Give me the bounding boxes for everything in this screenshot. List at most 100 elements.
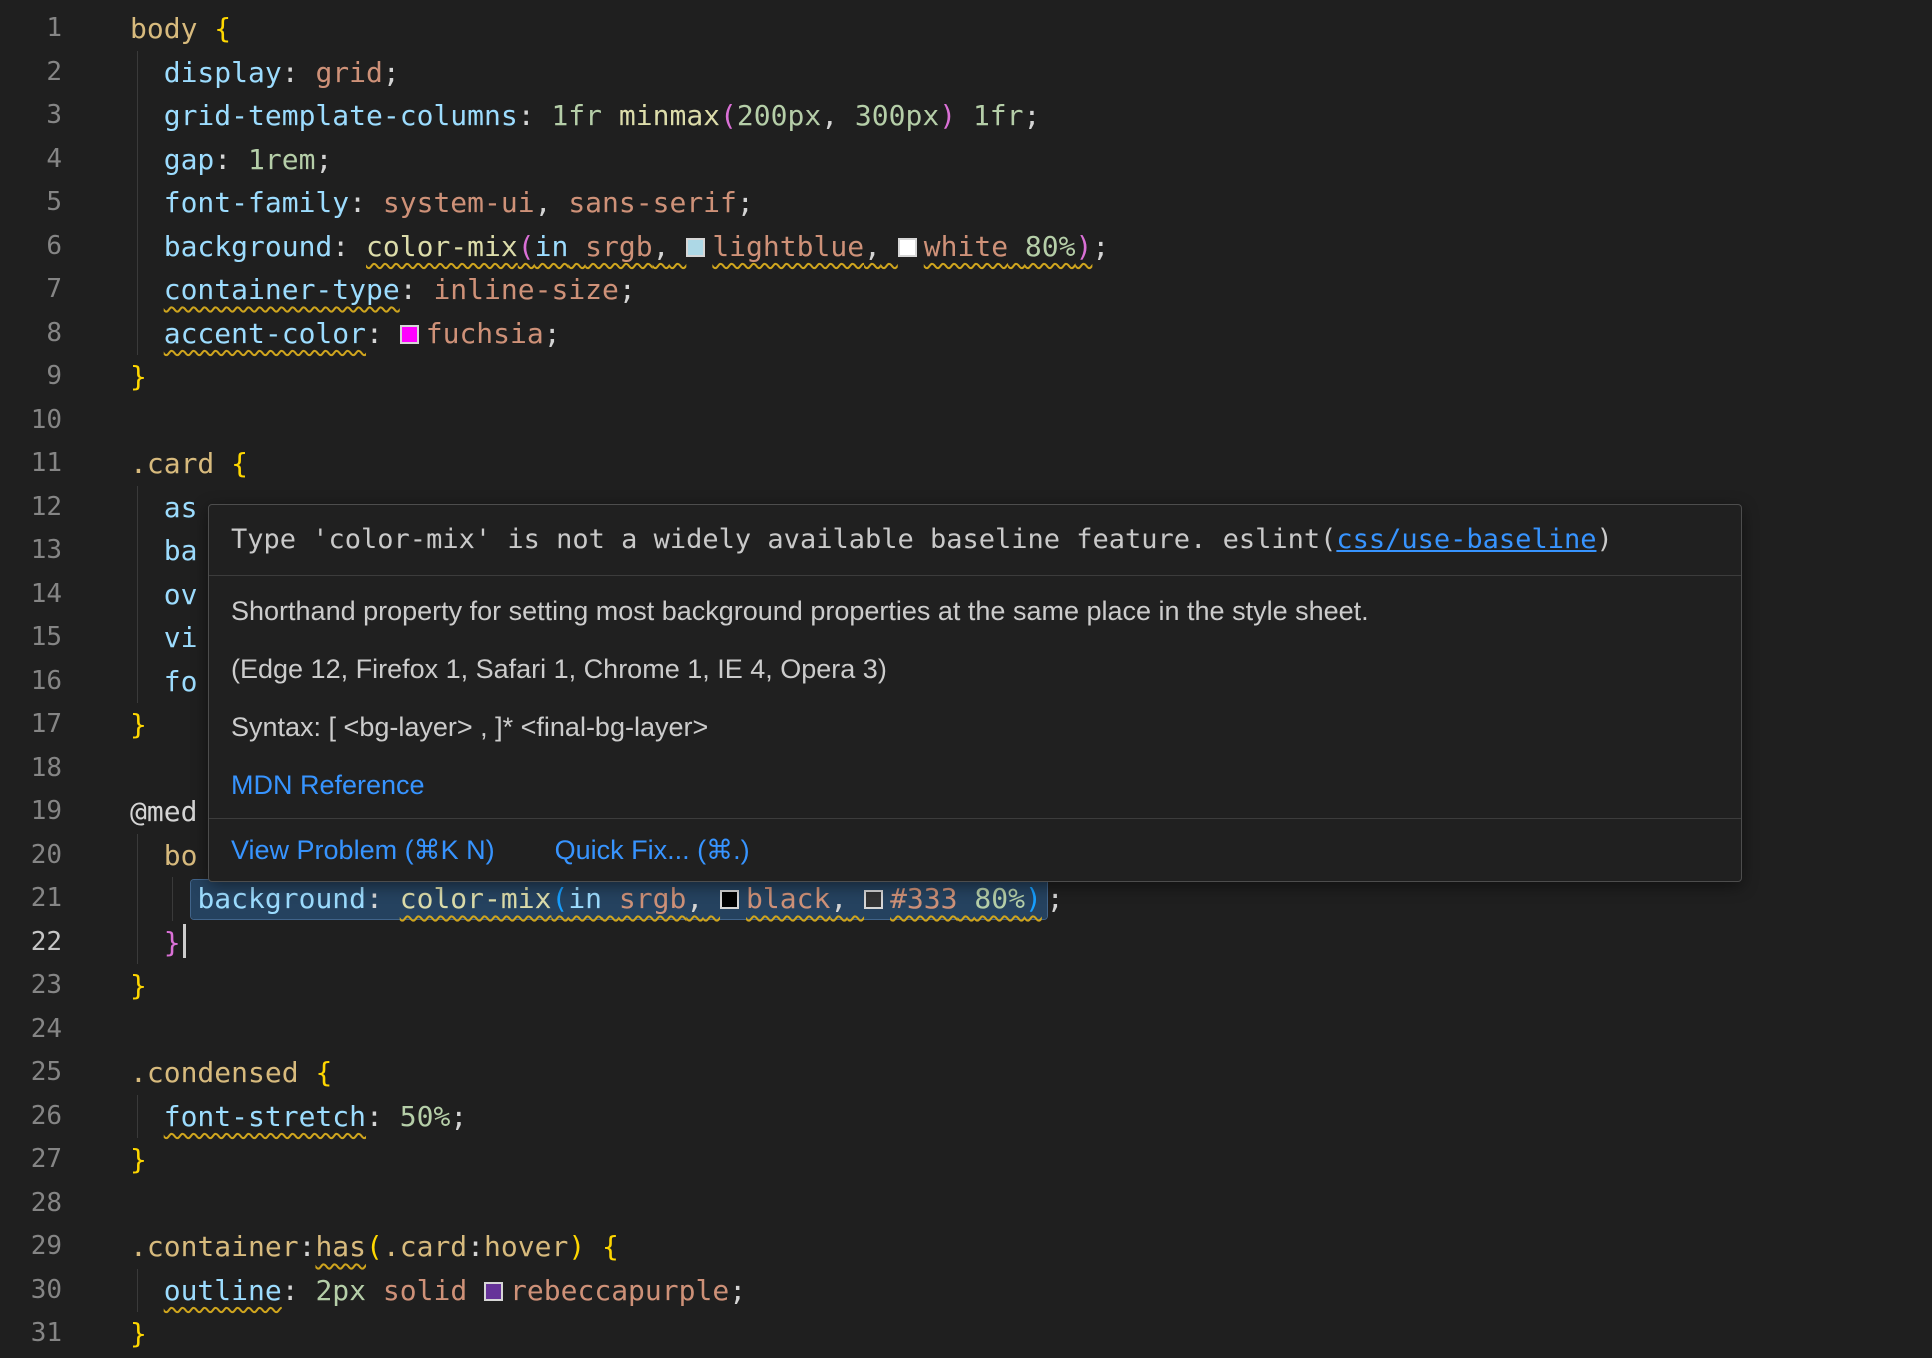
token: : <box>214 143 231 176</box>
line-number: 18 <box>0 747 62 791</box>
code-line[interactable]: 8 accent-color: fuchsia; <box>0 312 1932 356</box>
token <box>130 230 164 263</box>
token <box>383 1100 400 1133</box>
color-swatch[interactable] <box>686 238 705 257</box>
line-number: 4 <box>0 138 62 182</box>
code-line[interactable]: 30 outline: 2px solid rebeccapurple; <box>0 1269 1932 1313</box>
code-line[interactable]: 6 background: color-mix(in srgb, lightbl… <box>0 225 1932 269</box>
color-swatch[interactable] <box>720 890 739 909</box>
token <box>366 1274 383 1307</box>
token <box>130 273 164 306</box>
token: in <box>535 230 569 263</box>
line-number: 26 <box>0 1095 62 1139</box>
token: fo <box>164 665 198 698</box>
code-text: } <box>130 964 1932 1008</box>
code-text: outline: 2px solid rebeccapurple; <box>130 1269 1932 1313</box>
token: grid-template-columns <box>164 99 518 132</box>
warning-squiggle: white <box>924 230 1008 263</box>
color-swatch[interactable] <box>400 325 419 344</box>
code-line[interactable]: 9} <box>0 355 1932 399</box>
line-number: 31 <box>0 1312 62 1356</box>
indent-guide <box>137 834 138 878</box>
token: ; <box>619 273 636 306</box>
warning-squiggle <box>898 230 924 263</box>
code-line[interactable]: 4 gap: 1rem; <box>0 138 1932 182</box>
syntax-line: Syntax: [ <bg-layer> , ]* <final-bg-laye… <box>231 710 1719 744</box>
token: srgb <box>619 882 686 915</box>
code-line[interactable]: 3 grid-template-columns: 1fr minmax(200p… <box>0 94 1932 138</box>
color-swatch[interactable] <box>898 238 917 257</box>
color-swatch[interactable] <box>864 890 883 909</box>
token <box>669 230 686 263</box>
diagnostic-suffix: ) <box>1596 524 1612 555</box>
code-line[interactable]: 22 } <box>0 921 1932 965</box>
code-line[interactable]: 2 display: grid; <box>0 51 1932 95</box>
indent-guide <box>137 660 138 704</box>
warning-squiggle <box>669 230 686 263</box>
code-line[interactable]: 25.condensed { <box>0 1051 1932 1095</box>
token: sans-serif <box>568 186 737 219</box>
token: as <box>164 491 198 524</box>
hover-actions: View Problem (⌘K N) Quick Fix... (⌘.) <box>209 818 1741 881</box>
code-line[interactable]: 7 container-type: inline-size; <box>0 268 1932 312</box>
token: ) <box>568 1230 585 1263</box>
token <box>130 578 164 611</box>
code-line[interactable]: 28 <box>0 1182 1932 1226</box>
warning-squiggle: has <box>315 1230 366 1263</box>
token: } <box>130 969 147 1002</box>
line-number: 9 <box>0 355 62 399</box>
token <box>535 99 552 132</box>
view-problem-button[interactable]: View Problem (⌘K N) <box>231 833 495 867</box>
token: { <box>231 447 248 480</box>
token: body <box>130 12 197 45</box>
code-line[interactable]: 21 background: color-mix(in srgb, black,… <box>0 877 1932 921</box>
token: ; <box>383 56 400 89</box>
code-line[interactable]: 29.container:has(.card:hover) { <box>0 1225 1932 1269</box>
quick-fix-button[interactable]: Quick Fix... (⌘.) <box>555 833 750 867</box>
code-line[interactable]: 23} <box>0 964 1932 1008</box>
token: in <box>568 882 602 915</box>
token: ; <box>1024 99 1041 132</box>
token <box>383 317 400 350</box>
indent-guide <box>137 877 138 921</box>
warning-squiggle <box>1008 230 1025 263</box>
token: : <box>332 230 349 263</box>
line-number: 22 <box>0 921 62 965</box>
code-line[interactable]: 10 <box>0 399 1932 443</box>
eslint-rule-link[interactable]: css/use-baseline <box>1336 524 1596 555</box>
code-line[interactable]: 11.card { <box>0 442 1932 486</box>
token <box>956 99 973 132</box>
token <box>417 273 434 306</box>
indent-guide <box>137 51 138 95</box>
token: : <box>467 1230 484 1263</box>
code-text: body { <box>130 7 1932 51</box>
code-text: } <box>130 1138 1932 1182</box>
token: .condensed <box>130 1056 299 1089</box>
token <box>130 926 164 959</box>
indent-guide <box>172 877 173 921</box>
line-number: 25 <box>0 1051 62 1095</box>
token: : <box>282 1274 299 1307</box>
mdn-reference-link[interactable]: MDN Reference <box>231 768 1719 802</box>
code-line[interactable]: 1body { <box>0 7 1932 51</box>
token: solid <box>383 1274 467 1307</box>
color-swatch[interactable] <box>484 1282 503 1301</box>
token: , <box>535 186 552 219</box>
token: black <box>746 882 830 915</box>
code-line[interactable]: 31} <box>0 1312 1932 1356</box>
token <box>602 882 619 915</box>
token: ov <box>164 578 198 611</box>
token: , <box>653 230 670 263</box>
code-line[interactable]: 24 <box>0 1008 1932 1052</box>
token: : <box>400 273 417 306</box>
token <box>214 447 231 480</box>
code-line[interactable]: 26 font-stretch: 50%; <box>0 1095 1932 1139</box>
token: } <box>130 1143 147 1176</box>
code-line[interactable]: 27} <box>0 1138 1932 1182</box>
token: fuchsia <box>426 317 544 350</box>
warning-squiggle: , <box>653 230 670 263</box>
line-number: 16 <box>0 660 62 704</box>
warning-squiggle <box>881 230 898 263</box>
code-line[interactable]: 5 font-family: system-ui, sans-serif; <box>0 181 1932 225</box>
line-number: 14 <box>0 573 62 617</box>
